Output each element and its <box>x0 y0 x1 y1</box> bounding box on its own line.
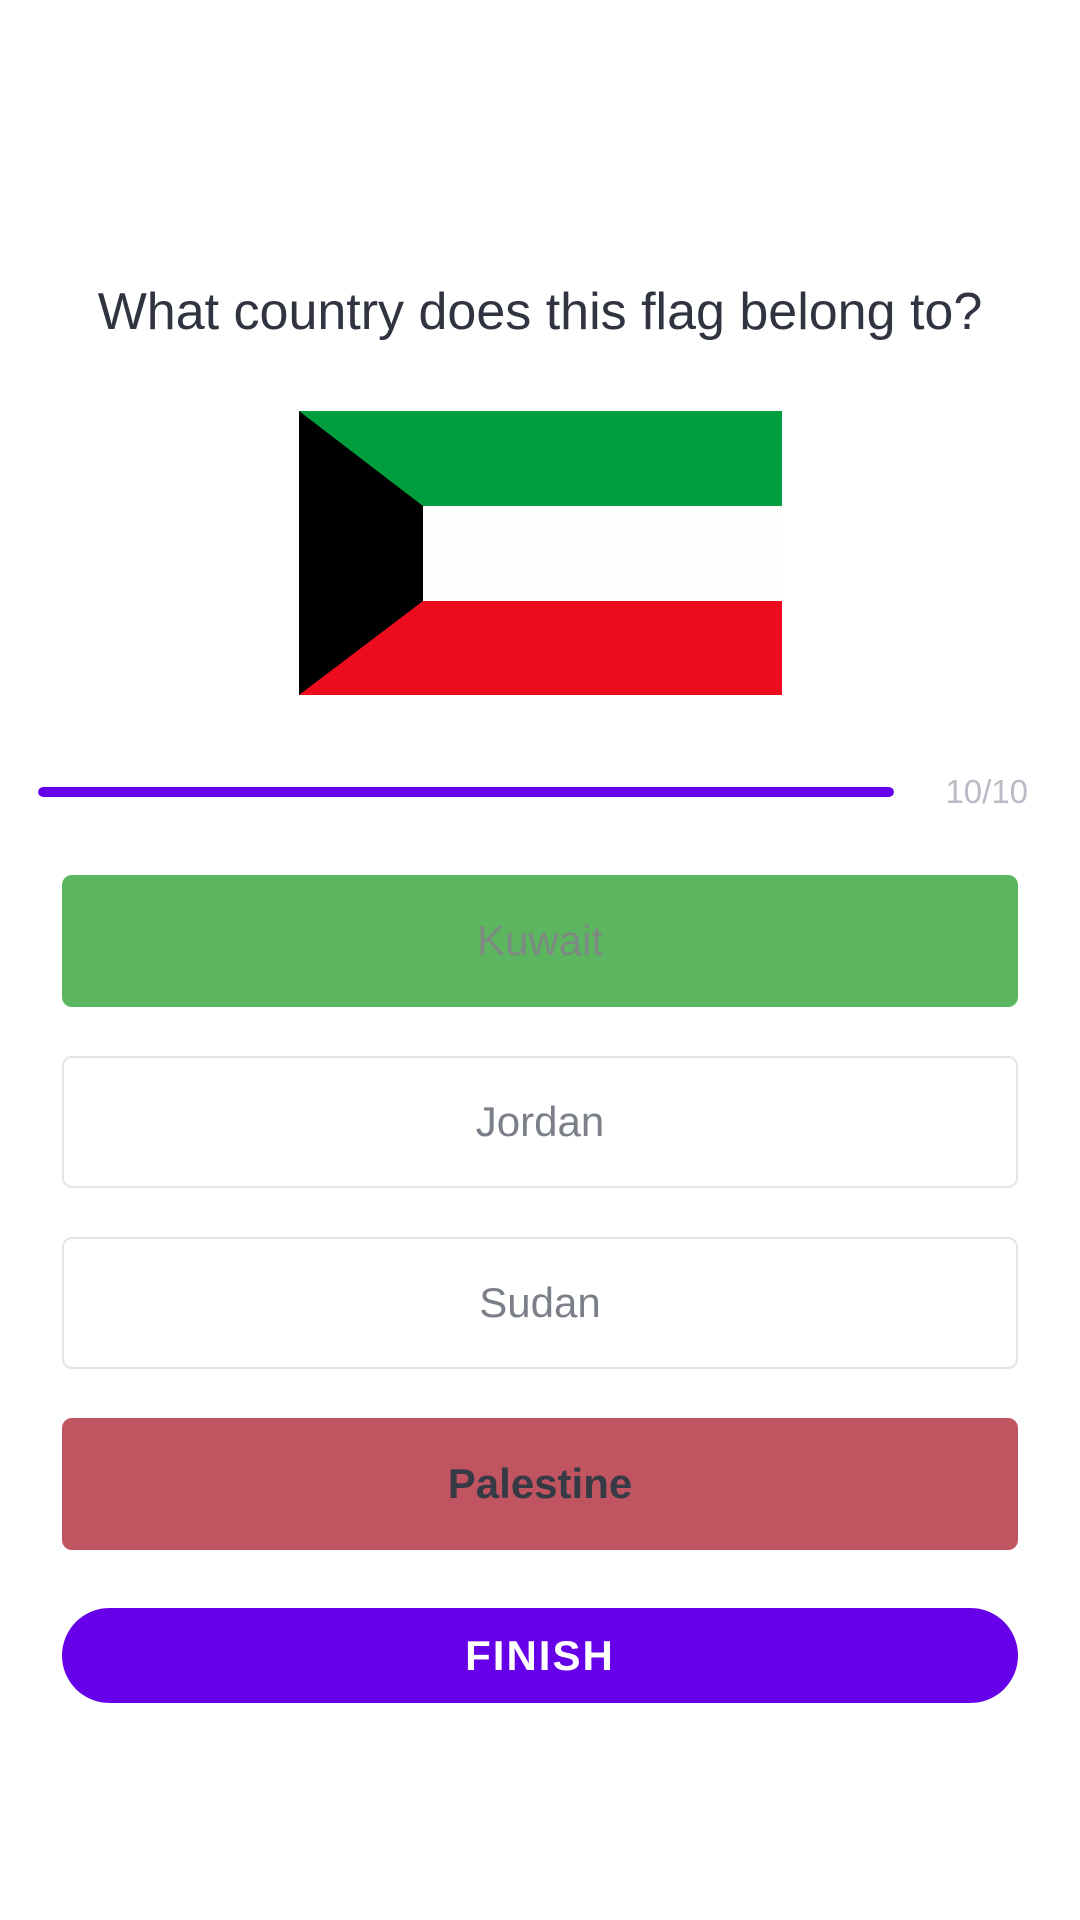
progress-counter: 10/10 <box>945 773 1028 810</box>
quiz-screen: What country does this flag belong to? 1… <box>0 0 1080 1920</box>
answer-option-sudan[interactable]: Sudan <box>62 1237 1018 1369</box>
answer-option-palestine[interactable]: Palestine <box>62 1418 1018 1550</box>
answer-label: Kuwait <box>476 917 604 964</box>
flag-image <box>299 411 782 695</box>
finish-button-label: FINISH <box>465 1631 615 1679</box>
answer-label: Palestine <box>447 1460 633 1507</box>
progress-row: 10/10 <box>38 770 1042 814</box>
answer-label: Jordan <box>475 1098 605 1145</box>
answer-label: Sudan <box>479 1279 601 1326</box>
finish-button[interactable]: FINISH <box>62 1608 1018 1703</box>
answer-option-jordan[interactable]: Jordan <box>62 1056 1018 1188</box>
progress-bar-fill <box>38 787 894 797</box>
question-text: What country does this flag belong to? <box>97 283 983 341</box>
answer-option-kuwait[interactable]: Kuwait <box>62 875 1018 1007</box>
progress-bar <box>38 787 894 797</box>
